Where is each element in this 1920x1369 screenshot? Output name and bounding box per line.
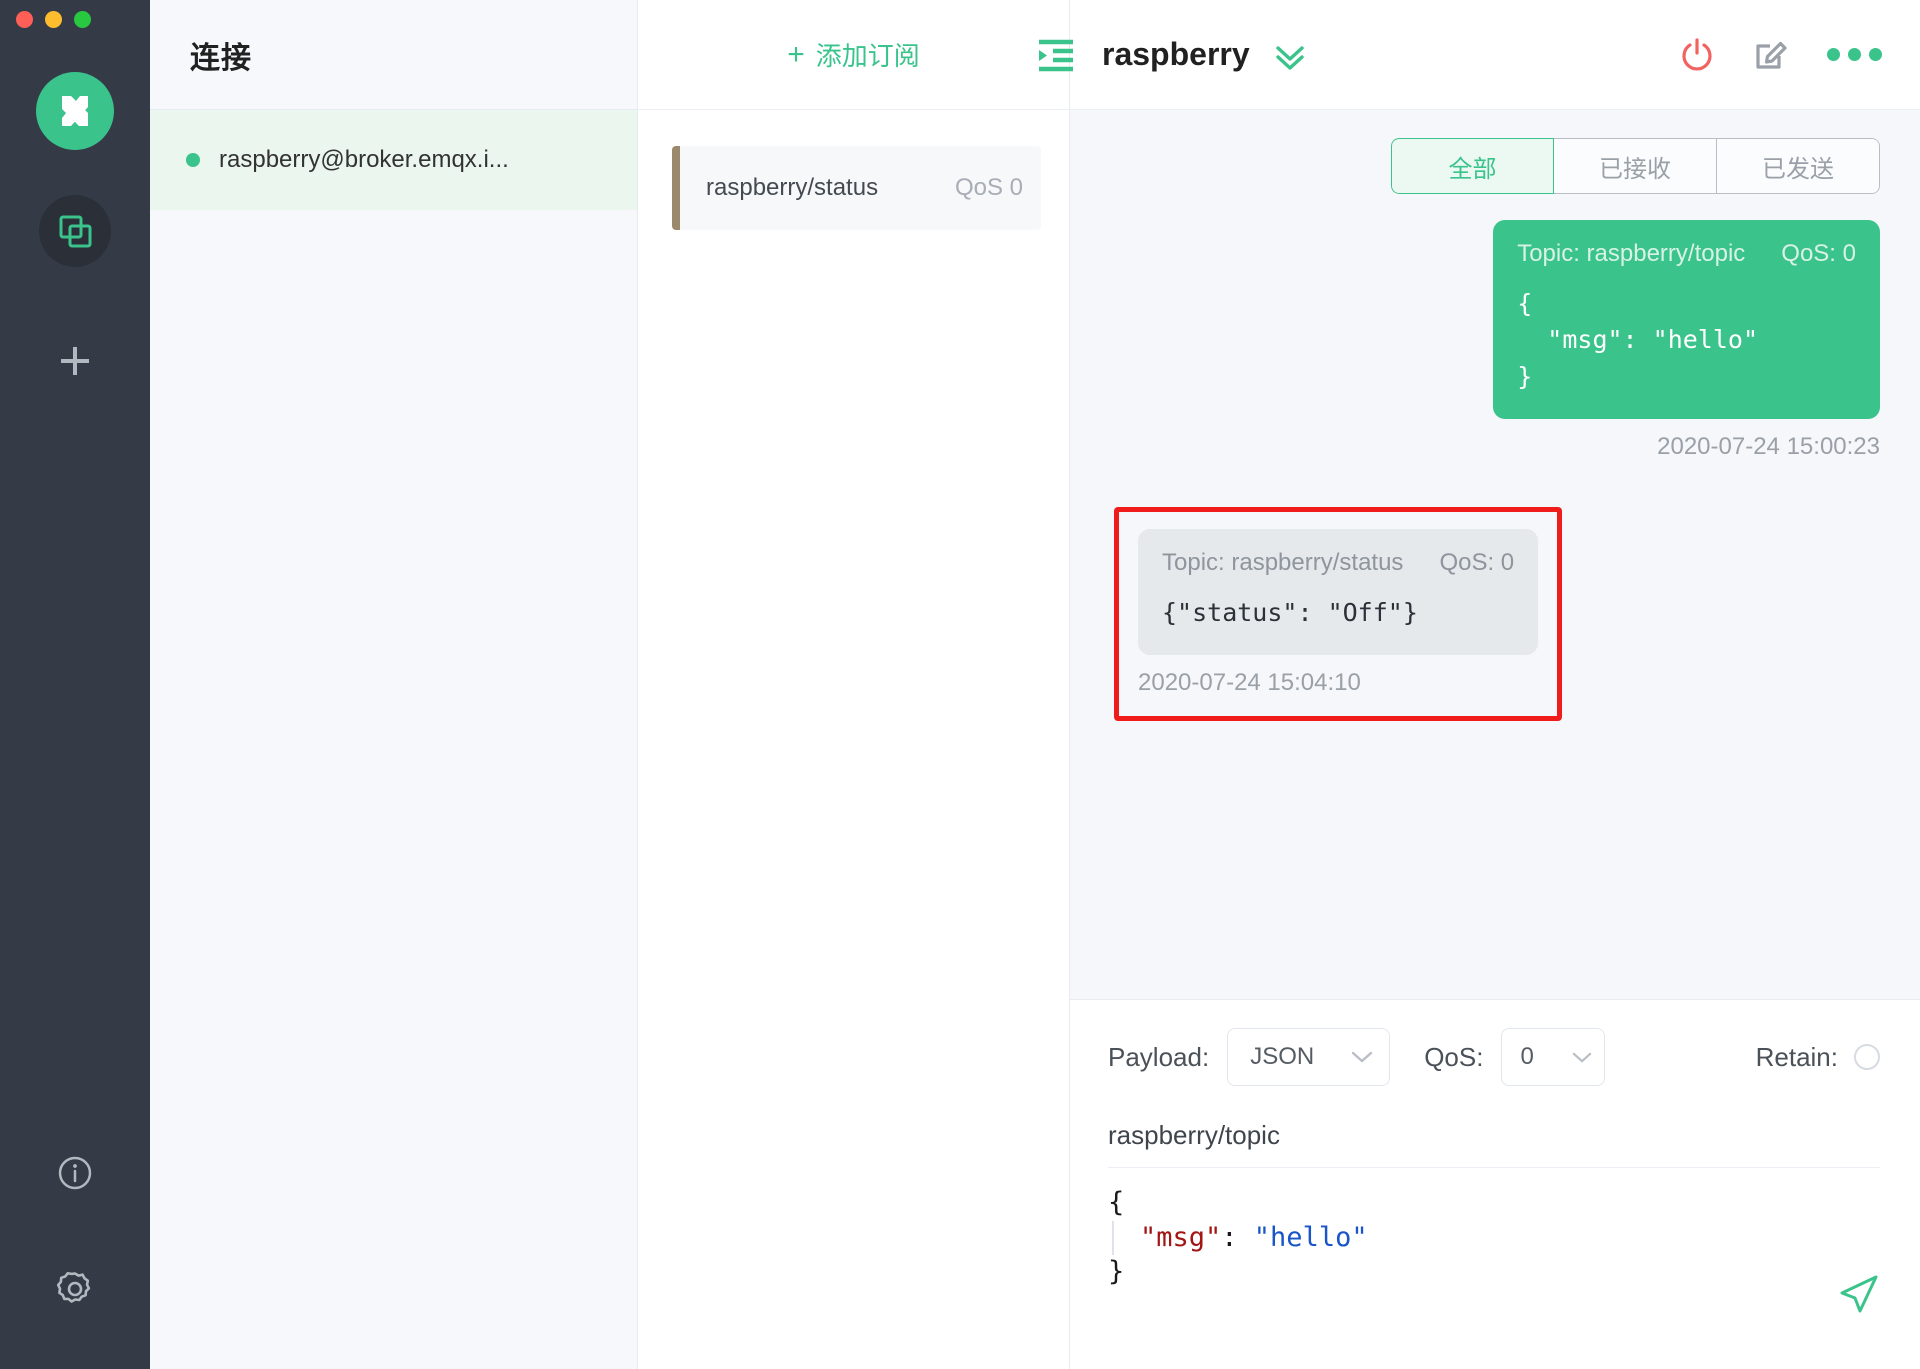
subscriptions-panel: + 添加订阅 raspberry/status QoS 0	[638, 0, 1073, 1369]
page-title: raspberry	[1102, 36, 1250, 72]
payload-format-value: JSON	[1250, 1043, 1315, 1070]
add-subscription-label: 添加订阅	[815, 41, 920, 71]
main-header: raspberry	[1070, 0, 1920, 110]
info-circle-icon	[58, 1156, 92, 1190]
subscription-qos: QoS 0	[954, 174, 1023, 201]
message-row-sent: Topic: raspberry/topic QoS: 0 { "msg": "…	[1110, 220, 1880, 461]
message-meta: Topic: raspberry/topic QoS: 0	[1517, 240, 1856, 268]
editor-json-value: "hello"	[1253, 1221, 1368, 1253]
add-subscription-button[interactable]: + 添加订阅	[787, 36, 920, 73]
gear-icon	[56, 1272, 91, 1303]
subscriptions-list: raspberry/status QoS 0	[638, 110, 1069, 1369]
qos-label: QoS:	[1424, 1041, 1484, 1072]
three-dots-icon-dot2	[1848, 48, 1861, 61]
send-message-button[interactable]	[1836, 1271, 1882, 1317]
stacked-squares-icon	[59, 215, 92, 248]
connection-status-dot	[186, 153, 200, 167]
editor-json-colon: :	[1221, 1221, 1254, 1253]
disconnect-button[interactable]	[1679, 37, 1715, 73]
mqttx-window: 连接 raspberry@broker.emqx.i... + 添加订阅 ras…	[0, 0, 1920, 1369]
retain-group: Retain:	[1756, 1042, 1880, 1073]
tab-sent[interactable]: 已发送	[1717, 138, 1880, 194]
payload-format-select[interactable]: JSON	[1227, 1028, 1391, 1086]
connections-rail-button[interactable]	[39, 195, 111, 267]
window-traffic-lights	[16, 11, 91, 28]
left-icon-rail	[0, 0, 150, 1369]
double-chevron-down-icon[interactable]	[1272, 40, 1308, 70]
chevron-down-icon	[1351, 1051, 1373, 1063]
edit-connection-button[interactable]	[1753, 37, 1789, 73]
message-bubble-sent[interactable]: Topic: raspberry/topic QoS: 0 { "msg": "…	[1493, 220, 1880, 419]
mqttx-logo	[36, 72, 114, 150]
plus-icon	[61, 347, 89, 375]
more-menu-button[interactable]	[1827, 48, 1882, 61]
message-payload: { "msg": "hello" }	[1517, 289, 1759, 391]
plus-icon: +	[787, 37, 805, 71]
message-filter-tabs: 全部 已接收 已发送	[1110, 138, 1880, 194]
three-dots-icon-dot3	[1869, 48, 1882, 61]
publish-options: Payload: JSON QoS: 0 Retain:	[1108, 1028, 1880, 1086]
message-filter-segment: 全部 已接收 已发送	[1391, 138, 1880, 194]
editor-line-1: {	[1108, 1187, 1125, 1218]
retain-label: Retain:	[1755, 1041, 1838, 1072]
message-qos: QoS: 0	[1781, 240, 1856, 267]
editor-line-3: }	[1108, 1256, 1125, 1288]
editor-line-2: "msg": "hello"	[1112, 1220, 1880, 1256]
message-meta: Topic: raspberry/status QoS: 0	[1162, 549, 1514, 577]
connections-header: 连接	[150, 0, 637, 110]
connections-title: 连接	[190, 41, 252, 75]
power-icon	[1682, 37, 1712, 70]
chevron-down-icon	[1573, 1052, 1592, 1062]
new-connection-rail-button[interactable]	[39, 325, 111, 397]
tab-received[interactable]: 已接收	[1554, 138, 1717, 194]
editor-json-key: "msg"	[1140, 1221, 1222, 1253]
tab-all[interactable]: 全部	[1391, 138, 1554, 194]
mqttx-logo-glyph	[62, 96, 88, 126]
message-topic: Topic: raspberry/status	[1162, 548, 1404, 576]
collapse-left-glyph	[1039, 39, 1073, 71]
edit-square-icon	[1756, 41, 1787, 69]
subscriptions-header: + 添加订阅	[638, 0, 1073, 110]
collapse-left-icon[interactable]	[1033, 37, 1077, 73]
message-bubble-received[interactable]: Topic: raspberry/status QoS: 0 {"status"…	[1138, 528, 1539, 655]
about-rail-button[interactable]	[39, 1137, 111, 1209]
main-panel: raspberry 全部 已接收 已发送 Topic: raspberry/to…	[1070, 0, 1920, 1369]
connection-name: raspberry@broker.emqx.i...	[219, 146, 509, 173]
publish-panel: Payload: JSON QoS: 0 Retain: raspberry/t…	[1070, 999, 1920, 1369]
message-row-received: Topic: raspberry/status QoS: 0 {"status"…	[1110, 461, 1880, 721]
subscription-item[interactable]: raspberry/status QoS 0	[672, 146, 1041, 230]
message-qos: QoS: 0	[1439, 548, 1515, 576]
message-payload: {"status": "Off"}	[1162, 597, 1418, 627]
three-dots-icon-dot1	[1827, 48, 1840, 61]
window-minimize-button[interactable]	[45, 11, 62, 28]
messages-area: 全部 已接收 已发送 Topic: raspberry/topic QoS: 0…	[1070, 110, 1920, 999]
message-highlight-wrapper: Topic: raspberry/status QoS: 0 {"status"…	[1114, 506, 1563, 721]
window-zoom-button[interactable]	[74, 11, 91, 28]
send-arrow-icon	[1840, 1275, 1878, 1313]
retain-checkbox[interactable]	[1854, 1044, 1880, 1070]
connection-item-raspberry[interactable]: raspberry@broker.emqx.i...	[150, 110, 637, 210]
message-topic: Topic: raspberry/topic	[1517, 240, 1746, 267]
publish-topic-input[interactable]: raspberry/topic	[1108, 1120, 1880, 1168]
connections-panel: 连接 raspberry@broker.emqx.i...	[150, 0, 638, 1369]
subscription-topic: raspberry/status	[706, 174, 879, 201]
header-actions	[1679, 37, 1882, 73]
qos-value: 0	[1520, 1043, 1534, 1070]
qos-select[interactable]: 0	[1501, 1028, 1606, 1086]
double-chevron-down-glyph	[1275, 45, 1304, 70]
message-timestamp: 2020-07-24 15:04:10	[1138, 669, 1361, 696]
rail-bottom-group	[0, 1137, 150, 1369]
settings-rail-button[interactable]	[39, 1253, 111, 1325]
window-close-button[interactable]	[16, 11, 33, 28]
connections-list: raspberry@broker.emqx.i...	[150, 110, 637, 1369]
message-list: Topic: raspberry/topic QoS: 0 { "msg": "…	[1110, 220, 1880, 721]
payload-label: Payload:	[1108, 1041, 1210, 1072]
publish-qos-group: QoS: 0	[1424, 1028, 1606, 1086]
publish-payload-editor[interactable]: { "msg": "hello" }	[1108, 1186, 1880, 1290]
message-timestamp: 2020-07-24 15:00:23	[1657, 432, 1880, 460]
